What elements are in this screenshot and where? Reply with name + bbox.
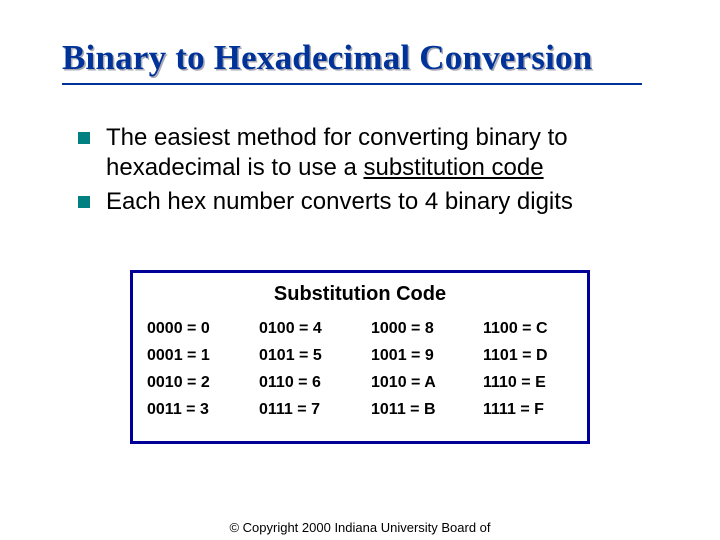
table-cell: 1011 = B bbox=[371, 401, 461, 419]
table-col: 0000 = 0 0001 = 1 0010 = 2 0011 = 3 bbox=[147, 320, 237, 419]
bullet-text: The easiest method for converting binary… bbox=[106, 123, 638, 183]
table-cell: 1110 = E bbox=[483, 374, 573, 392]
table-columns: 0000 = 0 0001 = 1 0010 = 2 0011 = 3 0100… bbox=[147, 320, 573, 419]
table-cell: 1100 = C bbox=[483, 320, 573, 338]
bullet-text-underline: substitution code bbox=[363, 154, 543, 181]
bullet-icon bbox=[78, 132, 90, 144]
table-cell: 1010 = A bbox=[371, 374, 461, 392]
table-cell: 0110 = 6 bbox=[259, 374, 349, 392]
table-cell: 0111 = 7 bbox=[259, 401, 349, 419]
slide-title: Binary to Hexadecimal Conversion bbox=[62, 38, 592, 78]
table-cell: 1001 = 9 bbox=[371, 347, 461, 365]
table-cell: 0010 = 2 bbox=[147, 374, 237, 392]
table-cell: 0001 = 1 bbox=[147, 347, 237, 365]
list-item: The easiest method for converting binary… bbox=[78, 123, 638, 183]
substitution-table: Substitution Code 0000 = 0 0001 = 1 0010… bbox=[130, 270, 590, 444]
table-col: 0100 = 4 0101 = 5 0110 = 6 0111 = 7 bbox=[259, 320, 349, 419]
table-cell: 0100 = 4 bbox=[259, 320, 349, 338]
title-underline bbox=[62, 83, 642, 85]
list-item: Each hex number converts to 4 binary dig… bbox=[78, 187, 638, 217]
table-cell: 0011 = 3 bbox=[147, 401, 237, 419]
table-cell: 1000 = 8 bbox=[371, 320, 461, 338]
slide: Binary to Hexadecimal Conversion The eas… bbox=[0, 0, 720, 540]
footer-copyright: © Copyright 2000 Indiana University Boar… bbox=[0, 520, 720, 535]
table-col: 1100 = C 1101 = D 1110 = E 1111 = F bbox=[483, 320, 573, 419]
table-cell: 1101 = D bbox=[483, 347, 573, 365]
table-cell: 1111 = F bbox=[483, 401, 573, 419]
table-title: Substitution Code bbox=[147, 283, 573, 306]
table-cell: 0101 = 5 bbox=[259, 347, 349, 365]
bullet-text: Each hex number converts to 4 binary dig… bbox=[106, 187, 573, 217]
table-col: 1000 = 8 1001 = 9 1010 = A 1011 = B bbox=[371, 320, 461, 419]
bullet-list: The easiest method for converting binary… bbox=[78, 123, 638, 221]
bullet-icon bbox=[78, 196, 90, 208]
table-cell: 0000 = 0 bbox=[147, 320, 237, 338]
